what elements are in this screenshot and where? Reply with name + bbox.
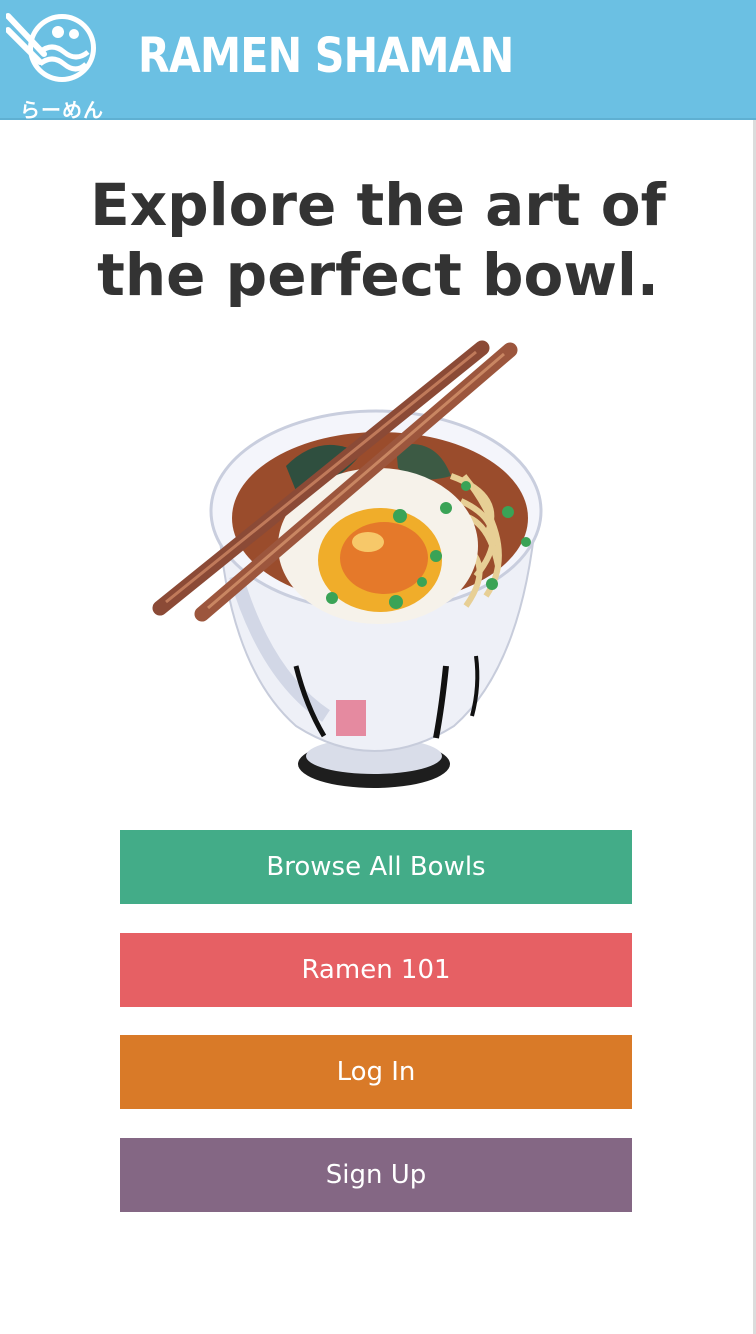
sign-up-button[interactable]: Sign Up [120,1138,632,1212]
logo-kana-text: らーめん [20,98,104,122]
ramen-bowl-illustration [146,336,596,796]
ramen-101-button[interactable]: Ramen 101 [120,933,632,1007]
headline-line-1: Explore the art of [90,171,666,239]
browse-all-bowls-button[interactable]: Browse All Bowls [120,830,632,904]
brand-title[interactable]: RAMEN SHAMAN [138,26,514,86]
app-header: らーめん RAMEN SHAMAN [0,0,756,122]
headline-line-2: the perfect bowl. [97,241,659,309]
hero-headline: Explore the art of the perfect bowl. [0,170,756,310]
logo[interactable]: らーめん [5,8,110,122]
log-in-button[interactable]: Log In [120,1035,632,1109]
